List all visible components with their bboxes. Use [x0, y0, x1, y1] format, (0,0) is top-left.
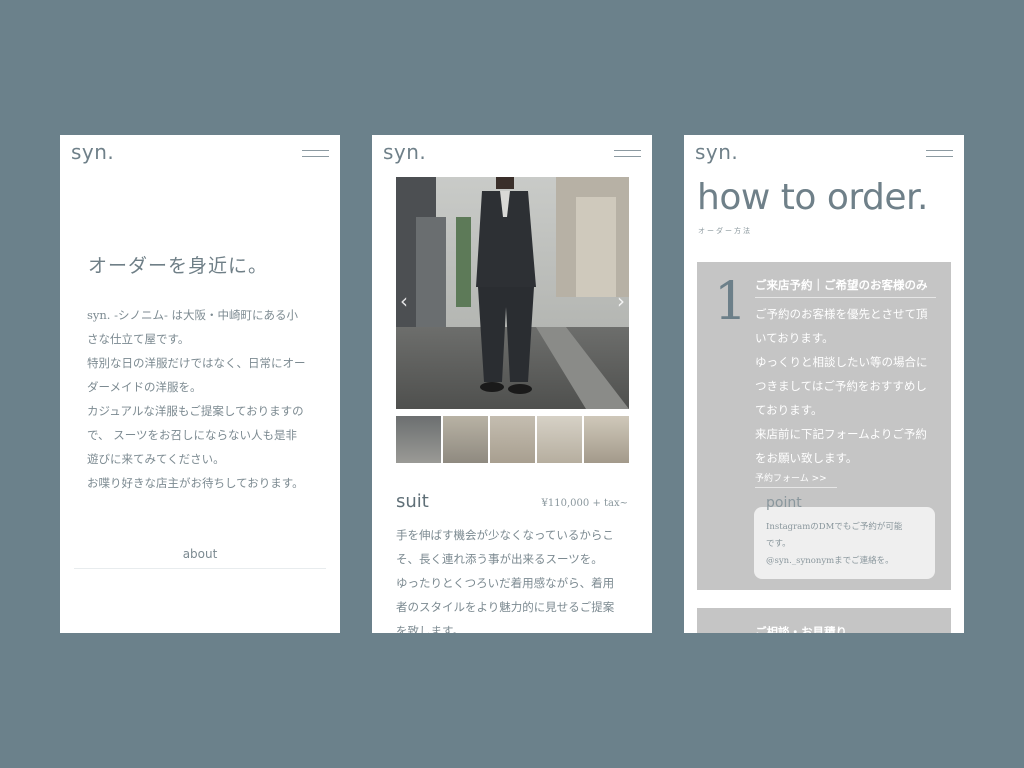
description-line: 者のスタイルをより魅力的に見せるご提案: [396, 600, 615, 614]
product-description: 手を伸ばす機会が少なくなっているからこ そ、長く連れ添う事が出来るスーツを。 ゆ…: [396, 523, 628, 633]
intro-text: syn. -シノニム- は大阪・中崎町にある小 さな仕立て屋です。 特別な日の洋…: [87, 303, 319, 495]
step-title: ご来店予約｜ご希望のお客様のみ: [755, 277, 936, 298]
point-line: @syn._synonymまでご連絡を。: [766, 556, 894, 566]
description-line: そ、長く連れ添う事が出来るスーツを。: [396, 552, 603, 566]
carousel-next-icon[interactable]: ›: [617, 289, 625, 313]
suit-photo: [396, 177, 629, 409]
product-price: ¥110,000 + tax~: [541, 498, 628, 509]
step-line: ゆっくりと相談したい等の場合に: [755, 355, 928, 369]
intro-line: 特別な日の洋服だけではなく、日常にオー: [87, 356, 306, 370]
point-label: point: [766, 495, 802, 511]
thumbnail-strip: [396, 416, 629, 463]
step-line: いております。: [755, 331, 834, 345]
description-line: ゆったりとくつろいだ着用感ながら、着用: [396, 576, 615, 590]
step-title: ご相談・お見積り: [755, 625, 847, 633]
step-card-2: ご相談・お見積り: [697, 608, 951, 633]
intro-line: 遊びに来てみてください。: [87, 452, 225, 466]
point-text: InstagramのDMでもご予約が可能 です。 @syn._synonymまで…: [766, 519, 926, 570]
step-number: 1: [714, 272, 748, 332]
step-line: 来店前に下記フォームよりご予約: [755, 427, 927, 441]
description-line: 手を伸ばす機会が少なくなっているからこ: [396, 528, 614, 542]
about-link[interactable]: about: [60, 547, 340, 561]
section-subheading: オーダー方法: [698, 227, 752, 235]
thumbnail[interactable]: [584, 416, 629, 463]
thumbnail[interactable]: [443, 416, 488, 463]
step-line: ております。: [755, 403, 823, 417]
screen-how-to-order: syn. how to order. オーダー方法 1 ご来店予約｜ご希望のお客…: [684, 135, 964, 633]
logo[interactable]: syn.: [695, 140, 738, 164]
intro-line: さな仕立て屋です。: [87, 332, 190, 346]
logo[interactable]: syn.: [71, 140, 114, 164]
product-hero-image: ‹ ›: [396, 177, 629, 409]
reservation-form-link[interactable]: 予約フォーム >>: [755, 471, 837, 488]
hamburger-icon[interactable]: [302, 150, 329, 159]
description-line: を致します。: [396, 624, 464, 633]
page-title: オーダーを身近に。: [88, 255, 269, 277]
point-line: です。: [766, 539, 791, 549]
intro-line: お喋り好きな店主がお待ちしております。: [87, 476, 304, 490]
screen-intro: syn. オーダーを身近に。 syn. -シノニム- は大阪・中崎町にある小 さ…: [60, 135, 340, 633]
intro-line: で、 スーツをお召しにならない人も是非: [87, 428, 297, 442]
section-heading: how to order.: [697, 177, 928, 218]
point-line: InstagramのDMでもご予約が可能: [766, 522, 903, 532]
thumbnail[interactable]: [396, 416, 441, 463]
screen-suit: syn. ‹ › suit ¥110,000 + tax~ 手を伸ばす機会が少な…: [372, 135, 652, 633]
step-line: つきましてはご予約をおすすめし: [755, 379, 927, 393]
intro-line: ダーメイドの洋服を。: [87, 380, 202, 394]
product-name: suit: [396, 491, 429, 512]
showcase-stage: syn. オーダーを身近に。 syn. -シノニム- は大阪・中崎町にある小 さ…: [0, 0, 1024, 768]
step-line: ご予約のお客様を優先とさせて頂: [755, 307, 928, 321]
point-box: point InstagramのDMでもご予約が可能 です。 @syn._syn…: [754, 495, 935, 579]
thumbnail[interactable]: [490, 416, 535, 463]
intro-line: カジュアルな洋服もご提案しておりますの: [87, 404, 304, 418]
step-line: をお願い致します。: [755, 451, 858, 465]
hamburger-icon[interactable]: [926, 150, 953, 159]
thumbnail[interactable]: [537, 416, 582, 463]
intro-line: syn. -シノニム- は大阪・中崎町にある小: [87, 308, 299, 322]
step-card-1: 1 ご来店予約｜ご希望のお客様のみ ご予約のお客様を優先とさせて頂 いております…: [697, 262, 951, 590]
carousel-prev-icon[interactable]: ‹: [400, 289, 408, 313]
divider: [74, 568, 326, 569]
hamburger-icon[interactable]: [614, 150, 641, 159]
step-text: ご予約のお客様を優先とさせて頂 いております。 ゆっくりと相談したい等の場合に …: [755, 302, 940, 470]
logo[interactable]: syn.: [383, 140, 426, 164]
